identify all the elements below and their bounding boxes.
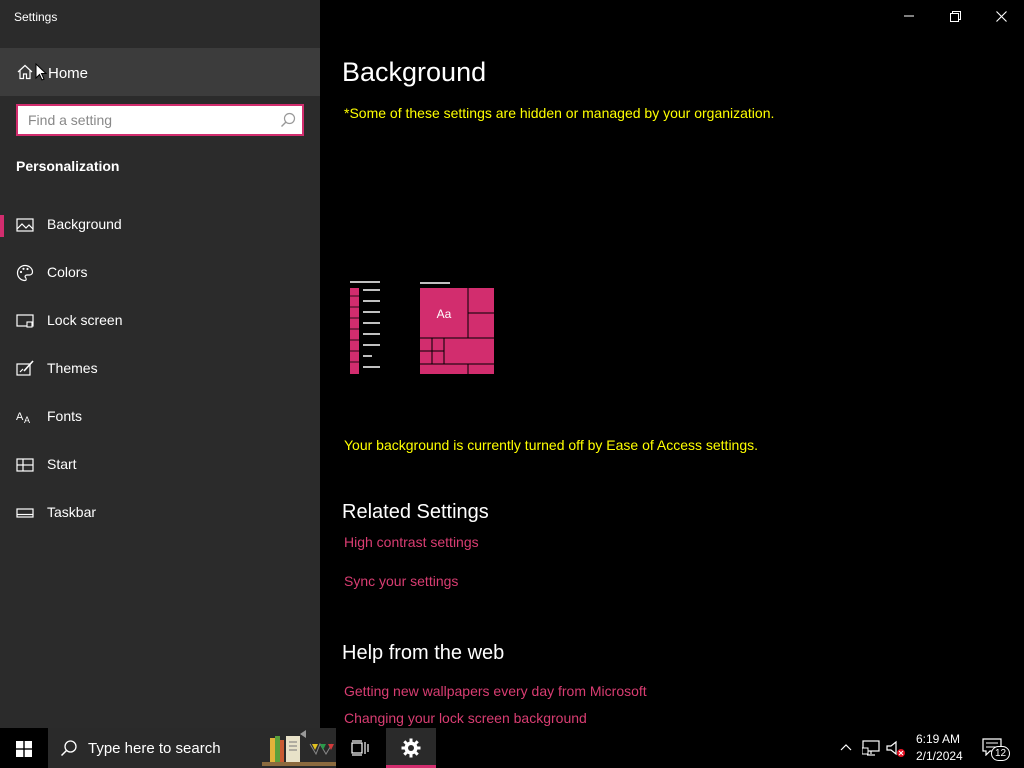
notification-count-badge: 12 (991, 746, 1011, 761)
picture-icon (16, 218, 34, 232)
taskbar: Type here to search 6:19 AM 2/1/2024 12 (0, 728, 1024, 768)
preview-tile-text: Aa (437, 307, 452, 321)
chevron-up-icon[interactable] (840, 742, 852, 754)
sidebar-item-label: Lock screen (47, 312, 123, 328)
taskbar-settings-app[interactable] (386, 728, 436, 768)
font-icon: AA (16, 411, 30, 425)
restore-button[interactable] (932, 0, 978, 32)
lock-screen-icon (16, 314, 34, 328)
sidebar: Settings Home Personalization Background… (0, 0, 320, 728)
section-heading: Personalization (16, 158, 120, 174)
home-label: Home (48, 65, 89, 82)
app-title: Settings (14, 10, 58, 24)
sidebar-item-label: Start (47, 456, 77, 472)
start-button[interactable] (0, 728, 48, 768)
home-button[interactable]: Home (0, 48, 320, 96)
search-input[interactable] (18, 106, 278, 134)
sidebar-item-themes[interactable]: Themes (0, 347, 320, 391)
help-heading: Help from the web (342, 642, 505, 664)
sidebar-item-label: Themes (47, 360, 98, 376)
brush-icon (16, 360, 34, 376)
gear-icon (401, 738, 421, 758)
sidebar-item-taskbar[interactable]: Taskbar (0, 491, 320, 535)
task-view-button[interactable] (342, 728, 378, 768)
org-notice: *Some of these settings are hidden or ma… (344, 105, 775, 121)
home-icon (17, 64, 33, 80)
minimize-icon (904, 15, 914, 17)
search-icon[interactable] (280, 112, 296, 128)
volume-muted-icon[interactable] (886, 740, 906, 758)
sidebar-item-label: Colors (47, 264, 88, 280)
sidebar-item-fonts[interactable]: AA Fonts (0, 395, 320, 439)
search-box[interactable] (16, 104, 304, 136)
related-settings-heading: Related Settings (342, 501, 489, 523)
background-preview: Aa (350, 281, 494, 374)
close-button[interactable] (978, 0, 1024, 32)
svg-text:A: A (24, 415, 30, 425)
sidebar-item-background[interactable]: Background (0, 203, 320, 247)
sidebar-item-label: Taskbar (47, 504, 97, 520)
start-icon (16, 458, 34, 472)
minimize-button[interactable] (886, 0, 932, 32)
search-icon (60, 740, 77, 757)
close-icon (995, 10, 1007, 22)
mouse-cursor-icon (35, 63, 47, 81)
clock-time[interactable]: 6:19 AM (916, 732, 960, 746)
svg-text:A: A (16, 411, 24, 423)
sidebar-item-label: Background (47, 216, 122, 232)
sync-settings-link[interactable]: Sync your settings (344, 573, 458, 589)
network-icon[interactable] (862, 740, 880, 756)
books-illustration-icon (262, 730, 336, 766)
page-title: Background (342, 57, 487, 87)
taskbar-search-box[interactable]: Type here to search (48, 728, 336, 768)
taskbar-search-text: Type here to search (88, 740, 221, 757)
lock-screen-help-link[interactable]: Changing your lock screen background (344, 710, 587, 726)
ease-of-access-notice: Your background is currently turned off … (344, 437, 759, 453)
restore-icon (949, 10, 961, 22)
taskbar-icon (16, 508, 34, 518)
high-contrast-link[interactable]: High contrast settings (344, 534, 479, 550)
windows-logo-icon (16, 741, 32, 757)
sidebar-item-label: Fonts (47, 408, 83, 424)
sidebar-item-lock-screen[interactable]: Lock screen (0, 299, 320, 343)
palette-icon (16, 264, 34, 282)
action-center-button[interactable]: 12 (982, 736, 1011, 762)
wallpapers-help-link[interactable]: Getting new wallpapers every day from Mi… (344, 683, 647, 699)
sidebar-item-colors[interactable]: Colors (0, 251, 320, 295)
clock-date[interactable]: 2/1/2024 (916, 749, 963, 763)
task-view-icon (351, 740, 369, 756)
sidebar-item-start[interactable]: Start (0, 443, 320, 487)
